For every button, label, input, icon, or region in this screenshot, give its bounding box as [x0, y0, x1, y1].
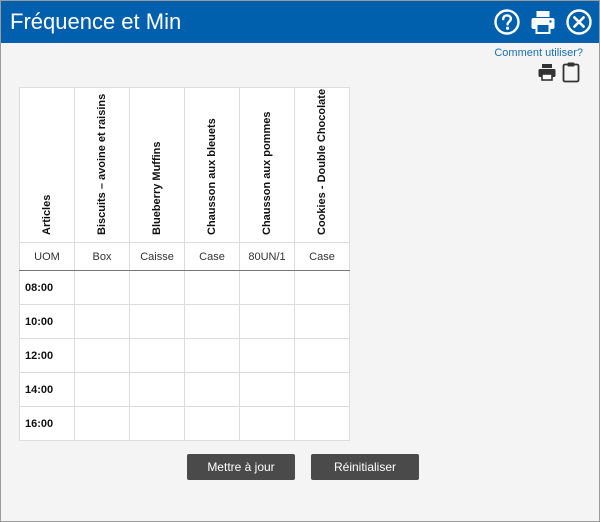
time-row: 08:00 — [19, 270, 350, 305]
time-label: 10:00 — [19, 304, 75, 339]
help-link[interactable]: Comment utiliser? — [494, 47, 583, 59]
grid-cell[interactable] — [74, 270, 130, 305]
uom-row: UOM Box Caisse Case 80UN/1 Case — [19, 242, 350, 271]
grid-cell[interactable] — [184, 270, 240, 305]
time-label: 08:00 — [19, 270, 75, 305]
uom-label: UOM — [19, 242, 75, 271]
grid-cell[interactable] — [294, 372, 350, 407]
reset-button[interactable]: Réinitialiser — [311, 454, 419, 480]
time-row: 16:00 — [19, 406, 350, 441]
title-bar: Fréquence et Min — [1, 1, 599, 43]
toolbar — [537, 61, 581, 83]
column-header: Cookies - Double Chocolate — [294, 87, 350, 243]
column-header: Chausson aux pommes — [239, 87, 295, 243]
header-row: Articles Biscuits – avoine et raisins Bl… — [19, 87, 350, 243]
print-icon[interactable] — [537, 62, 557, 82]
column-header-articles: Articles — [19, 87, 75, 243]
uom-cell: Case — [294, 242, 350, 271]
grid-cell[interactable] — [184, 406, 240, 441]
grid-cell[interactable] — [129, 304, 185, 339]
time-label: 14:00 — [19, 372, 75, 407]
uom-cell: Caisse — [129, 242, 185, 271]
grid-cell[interactable] — [74, 304, 130, 339]
action-buttons: Mettre à jour Réinitialiser — [187, 454, 419, 480]
dialog-window: Fréquence et Min Comment utiliser? Artic… — [0, 0, 600, 522]
time-row: 12:00 — [19, 338, 350, 373]
print-icon[interactable] — [529, 8, 557, 36]
column-header: Chausson aux bleuets — [184, 87, 240, 243]
frequency-grid: Articles Biscuits – avoine et raisins Bl… — [19, 87, 350, 441]
title-bar-icons — [493, 8, 593, 36]
clipboard-icon[interactable] — [561, 61, 581, 83]
window-title: Fréquence et Min — [10, 9, 182, 34]
grid-cell[interactable] — [184, 338, 240, 373]
grid-cell[interactable] — [294, 338, 350, 373]
time-label: 12:00 — [19, 338, 75, 373]
grid-cell[interactable] — [239, 372, 295, 407]
grid-cell[interactable] — [239, 270, 295, 305]
grid-cell[interactable] — [184, 304, 240, 339]
column-header: Biscuits – avoine et raisins — [74, 87, 130, 243]
time-row: 10:00 — [19, 304, 350, 339]
grid-cell[interactable] — [129, 338, 185, 373]
grid-cell[interactable] — [129, 406, 185, 441]
update-button[interactable]: Mettre à jour — [187, 454, 295, 480]
column-header: Blueberry Muffins — [129, 87, 185, 243]
grid-cell[interactable] — [294, 304, 350, 339]
grid-cell[interactable] — [239, 304, 295, 339]
close-icon[interactable] — [565, 8, 593, 36]
frequency-table: Articles Biscuits – avoine et raisins Bl… — [19, 87, 350, 441]
grid-cell[interactable] — [239, 338, 295, 373]
grid-cell[interactable] — [74, 372, 130, 407]
uom-cell: Box — [74, 242, 130, 271]
grid-cell[interactable] — [239, 406, 295, 441]
grid-cell[interactable] — [294, 270, 350, 305]
uom-cell: Case — [184, 242, 240, 271]
grid-cell[interactable] — [129, 372, 185, 407]
grid-cell[interactable] — [294, 406, 350, 441]
grid-cell[interactable] — [129, 270, 185, 305]
time-label: 16:00 — [19, 406, 75, 441]
grid-cell[interactable] — [74, 338, 130, 373]
uom-cell: 80UN/1 — [239, 242, 295, 271]
grid-cell[interactable] — [184, 372, 240, 407]
time-row: 14:00 — [19, 372, 350, 407]
grid-cell[interactable] — [74, 406, 130, 441]
help-icon[interactable] — [493, 8, 521, 36]
